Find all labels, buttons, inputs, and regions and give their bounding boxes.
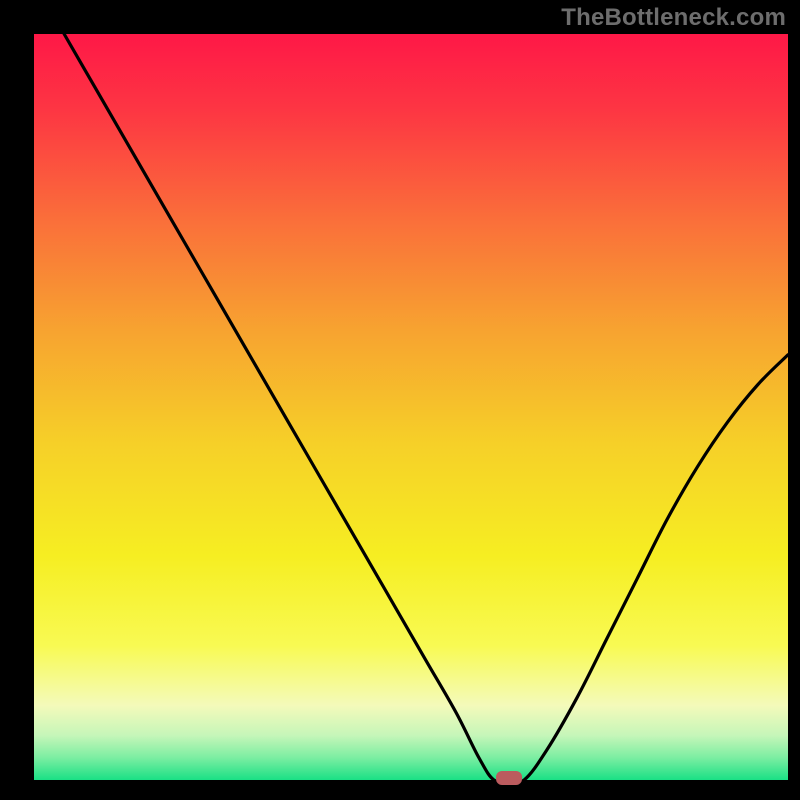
watermark-text: TheBottleneck.com xyxy=(561,4,786,32)
gradient-background xyxy=(34,34,788,780)
optimal-point-marker xyxy=(496,771,522,785)
chart-container: TheBottleneck.com xyxy=(0,0,800,800)
bottleneck-chart xyxy=(0,0,800,800)
